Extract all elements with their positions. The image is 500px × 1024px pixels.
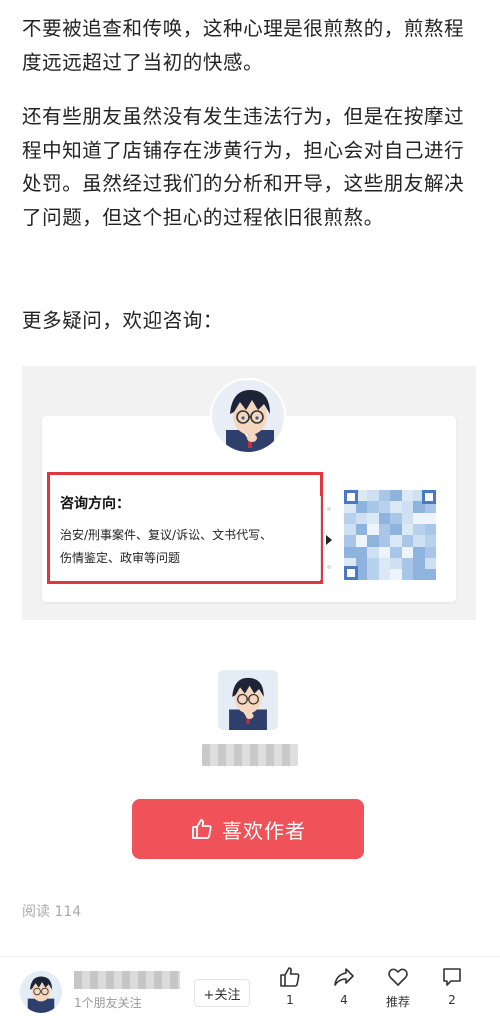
card-avatar [210, 378, 286, 454]
qr-cell [424, 569, 436, 580]
article-paragraph: 还有些朋友虽然没有发生违法行为，但是在按摩过程中知道了店铺存在涉黄行为，担心会对… [22, 105, 465, 229]
qr-cell [413, 535, 425, 548]
recommend-label: 推荐 [385, 995, 410, 1009]
qr-cell [355, 512, 368, 525]
qr-cell [413, 569, 425, 580]
qr-cell [378, 569, 391, 580]
qr-cell [367, 569, 379, 580]
qr-finder [422, 490, 436, 504]
qr-cell [390, 512, 402, 525]
comment-icon [443, 968, 461, 986]
qr-cell [401, 490, 414, 502]
consultation-scope-title: 咨询方向： [60, 496, 130, 512]
avatar-illustration-icon [218, 670, 278, 730]
share-action[interactable]: 4 [324, 965, 364, 1007]
qr-cell [424, 557, 436, 570]
like-author-label: 喜欢作者 [222, 818, 306, 843]
qr-cell [390, 557, 402, 570]
share-icon [334, 968, 354, 986]
qr-cell [378, 523, 391, 536]
qr-cell [378, 546, 391, 559]
consultation-scope-line: 治安/刑事案件、复议/诉讼、文书代写、 [60, 528, 273, 542]
qr-cell [367, 523, 379, 536]
consultation-scope-line: 伤情鉴定、政审等问题 [60, 551, 181, 565]
decor-dot [327, 507, 331, 511]
qr-cell [367, 490, 379, 502]
qr-cell [367, 512, 379, 525]
qr-cell [390, 535, 402, 548]
qr-cell [367, 501, 379, 514]
qr-cell [390, 501, 402, 514]
qr-cell [401, 523, 414, 536]
comment-action[interactable]: 2 [432, 965, 472, 1007]
qr-cell [413, 523, 425, 536]
follow-button[interactable]: +关注 [194, 979, 250, 1007]
qr-cell [378, 490, 391, 502]
decor-dot [327, 565, 331, 569]
qr-cell [424, 535, 436, 548]
qr-cell [413, 557, 425, 570]
qr-cell [401, 569, 414, 580]
qr-cell [401, 535, 414, 548]
qr-cell [378, 512, 391, 525]
qr-cell [390, 523, 402, 536]
qr-cell [424, 523, 436, 536]
qr-cell [401, 501, 414, 514]
bottom-author-name-blurred[interactable] [74, 971, 180, 989]
qr-cell [401, 557, 414, 570]
qr-code-icon [344, 490, 436, 580]
qr-finder [344, 490, 358, 504]
qr-cell [344, 546, 356, 559]
qr-cell [401, 546, 414, 559]
qr-cell [355, 546, 368, 559]
qr-cell [413, 512, 425, 525]
qr-cell [344, 535, 356, 548]
like-action[interactable]: 1 [270, 965, 310, 1007]
recommend-action[interactable]: 推荐 [378, 965, 418, 1010]
qr-cell [390, 490, 402, 502]
like-count: 1 [286, 993, 294, 1007]
bottom-action-bar: 1个朋友关注 +关注 1 4 推荐 2 [0, 956, 500, 1024]
author-name-blurred[interactable] [202, 744, 298, 766]
comment-count: 2 [448, 993, 456, 1007]
qr-cell [344, 523, 356, 536]
qr-cell [390, 569, 402, 580]
article-paragraph: 更多疑问，欢迎咨询： [22, 309, 224, 332]
share-count: 4 [340, 993, 348, 1007]
qr-cell [424, 512, 436, 525]
qr-cell [390, 546, 402, 559]
heart-icon [388, 968, 408, 986]
card-divider [320, 496, 321, 580]
qr-cell [413, 546, 425, 559]
qr-cell [355, 523, 368, 536]
author-avatar[interactable] [218, 670, 278, 730]
friends-follow-count: 1个朋友关注 [74, 996, 142, 1010]
qr-cell [344, 512, 356, 525]
read-count: 阅读 114 [22, 904, 82, 920]
qr-cell [378, 557, 391, 570]
thumb-up-icon [192, 819, 212, 839]
play-triangle-icon [326, 535, 332, 545]
qr-cell [367, 546, 379, 559]
qr-cell [378, 501, 391, 514]
qr-cell [367, 557, 379, 570]
qr-cell [424, 546, 436, 559]
article-paragraph: 不要被追查和传唤，这种心理是很煎熬的，煎熬程度远远超过了当初的快感。 [22, 17, 465, 74]
bottom-author-avatar[interactable] [20, 971, 62, 1013]
consultation-scope-box: 咨询方向： 治安/刑事案件、复议/诉讼、文书代写、 伤情鉴定、政审等问题 [47, 472, 323, 584]
qr-cell [355, 535, 368, 548]
avatar-illustration-icon [20, 971, 62, 1013]
thumb-up-icon [280, 967, 300, 987]
like-author-button[interactable]: 喜欢作者 [132, 799, 364, 859]
qr-cell [401, 512, 414, 525]
qr-finder [344, 566, 358, 580]
qr-cell [378, 535, 391, 548]
qr-cell [367, 535, 379, 548]
